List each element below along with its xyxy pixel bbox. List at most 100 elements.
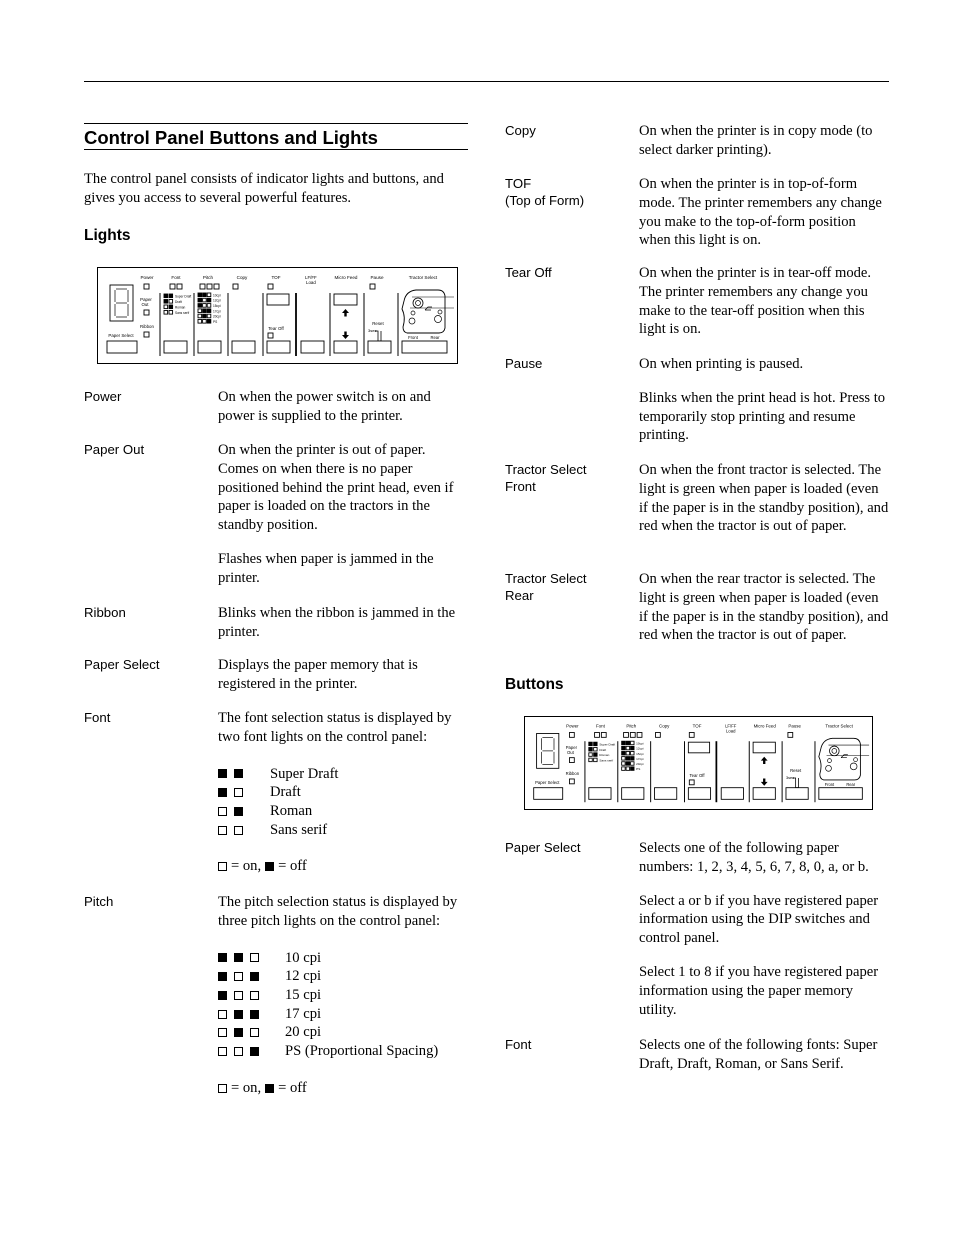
- arrow-down-icon: [760, 778, 768, 786]
- rear-label: Rear: [430, 335, 440, 340]
- micro-feed-up-button: [752, 741, 776, 754]
- micro-feed-down-button: [333, 340, 358, 354]
- font-legend-square: [168, 310, 174, 315]
- tof-button-outline: [266, 293, 290, 306]
- tractor-gear-icon: [831, 748, 838, 754]
- light-off-square-icon: [250, 1009, 259, 1019]
- tractor-wheel-icon: [825, 765, 832, 772]
- pitch-status-table: 10 cpi 12 cpi 15 cpi 17 cpi 20 cpi PS (Propor…: [218, 949, 468, 1061]
- term-description: On when the printer is out of paper. Com…: [218, 441, 468, 588]
- light-on-square-icon: [234, 1046, 243, 1056]
- term-label: Power: [84, 389, 122, 404]
- font-status-row: Roman: [218, 802, 468, 821]
- description-paragraph: On when the printer is in tear-off mode.…: [639, 265, 872, 338]
- pitch-legend-square: [630, 756, 635, 761]
- pitch-legend-square: [630, 751, 635, 756]
- micro-feed-label: Micro Feed: [335, 275, 358, 280]
- font-legend-square: [168, 293, 174, 299]
- term-description: Displays the paper memory that is regist…: [218, 656, 468, 694]
- pitch-legend-text: 20cpi: [213, 315, 221, 319]
- font-legend-square: [168, 299, 174, 304]
- term-description: On when the power switch is on and power…: [218, 388, 468, 426]
- term-label: Tear Off: [505, 265, 552, 280]
- ribbon-label: Ribbon: [140, 324, 154, 329]
- font-light-2: [600, 732, 607, 738]
- pitch-status-row: 10 cpi: [218, 949, 468, 968]
- term-label: Tractor Select Rear: [505, 570, 635, 604]
- section-title: Control Panel Buttons and Lights: [84, 123, 468, 150]
- tear-off-label: Tear Off: [690, 773, 706, 778]
- pitch-legend-square: [206, 292, 212, 298]
- term-description: The font selection status is displayed b…: [218, 709, 468, 876]
- control-panel-diagram-lights: Paper Select Power Paper Out Ribbon Font Super…: [97, 267, 458, 364]
- description-paragraph: Flashes when paper is jammed in the prin…: [218, 550, 434, 586]
- tractor-paper-icon: [424, 306, 432, 311]
- term-label: Ribbon: [84, 605, 126, 620]
- pitch-legend-square: [197, 303, 203, 308]
- light-on-square-icon: [250, 1028, 259, 1038]
- term-line: Front: [505, 479, 536, 494]
- term-label: Copy: [505, 123, 536, 138]
- term-label: Font: [84, 710, 111, 725]
- pitch-status-row: 17 cpi: [218, 1005, 468, 1024]
- tractor-icon: [401, 289, 446, 334]
- pitch-legend-square: [625, 751, 631, 756]
- font-legend-square: [163, 299, 169, 304]
- pitch-legend-square: [630, 740, 635, 746]
- tractor-gear-icon: [829, 745, 840, 757]
- description-paragraph: On when the rear tractor is selected. Th…: [639, 571, 889, 644]
- paper-out-label: Out: [141, 302, 149, 307]
- pitch-legend-square: [625, 740, 631, 746]
- tractor-wheel-icon: [434, 315, 442, 323]
- pause-button: [785, 787, 809, 800]
- pitch-light-3: [636, 732, 643, 738]
- pitch-legend-text: 12cpi: [213, 299, 221, 303]
- pitch-status-label: 15 cpi: [285, 986, 322, 1003]
- light-off-square-icon: [234, 806, 243, 816]
- light-on-square-icon: [250, 953, 259, 963]
- term-line: Rear: [505, 588, 534, 603]
- tractor-wheel-icon: [849, 762, 858, 771]
- paper-select-button: [533, 787, 564, 800]
- font-legend-text: Super Draft: [175, 294, 191, 298]
- pitch-status-row: 20 cpi: [218, 1023, 468, 1042]
- tractor-wheel-icon: [827, 758, 832, 763]
- light-on-square-icon: [218, 1046, 227, 1056]
- ribbon-label: Ribbon: [566, 771, 580, 776]
- paper-out-label: Out: [567, 750, 575, 755]
- font-status-label: Super Draft: [270, 765, 339, 782]
- tof-label: TOF: [693, 724, 702, 729]
- pitch-status-label: 17 cpi: [285, 1005, 322, 1022]
- term-label: Font: [505, 1037, 532, 1052]
- pitch-legend-square: [630, 745, 635, 751]
- tractor-wheel-icon: [853, 757, 858, 762]
- pitch-legend-text: 15cpi: [636, 752, 644, 756]
- pitch-legend-square: [621, 740, 626, 746]
- tractor-select-label: Tractor Select: [409, 275, 438, 280]
- light-on-square-icon: [218, 806, 227, 816]
- power-light: [569, 732, 575, 738]
- pitch-legend-text: 17cpi: [636, 757, 644, 761]
- pitch-legend-square: [630, 766, 635, 771]
- legend-key: = on, = off: [218, 857, 468, 876]
- term-description: On when the printer is in copy mode (to …: [639, 122, 889, 160]
- term-label: Pitch: [84, 894, 114, 909]
- font-legend-square: [163, 310, 169, 315]
- pause-label: Pause: [370, 275, 383, 280]
- tear-off-light: [267, 332, 274, 339]
- light-off-square-icon: [234, 769, 243, 779]
- light-on-square-icon: [218, 1009, 227, 1019]
- pitch-status-label: 12 cpi: [285, 968, 322, 985]
- pitch-legend-square: [206, 308, 212, 313]
- pitch-light-1: [199, 283, 206, 290]
- light-off-square-icon: [218, 972, 227, 982]
- description-paragraph: On when the printer is out of paper. Com…: [218, 442, 454, 534]
- font-status-table: Super Draft Draft Roman Sans serif: [218, 765, 468, 840]
- font-legend-square: [588, 752, 593, 757]
- font-light-1: [594, 732, 600, 738]
- term-description: On when the printer is in top-of-form mo…: [639, 175, 889, 250]
- pitch-legend-square: [206, 313, 212, 319]
- pitch-status-label: 10 cpi: [285, 949, 322, 966]
- tear-off-button: [266, 340, 291, 354]
- copy-label: Copy: [659, 724, 670, 729]
